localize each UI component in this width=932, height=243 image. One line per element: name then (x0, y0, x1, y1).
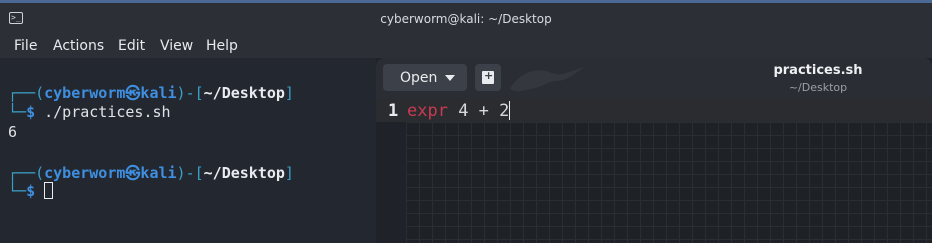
code-rest: 4 + 2 (447, 101, 510, 121)
new-document-button[interactable] (475, 64, 501, 91)
terminal-pane[interactable]: ┌──(cyberworm㉿kali)-[~/Desktop] └─$ ./pr… (0, 58, 376, 243)
menu-actions[interactable]: Actions (53, 38, 104, 54)
title-bar: >_ cyberworm@kali: ~/Desktop (0, 0, 932, 36)
window-title: cyberworm@kali: ~/Desktop (380, 12, 552, 26)
new-document-icon (482, 69, 494, 84)
editor-header: Open practices.sh ~/Desktop (376, 58, 932, 99)
menu-bar: File Actions Edit View Help (0, 36, 932, 58)
prompt-line-1: ┌──(cyberworm㉿kali)-[~/Desktop] (8, 84, 294, 102)
editor-text-area[interactable] (406, 122, 932, 243)
current-line-highlight[interactable]: 1 expr 4 + 2 (376, 99, 932, 122)
menu-file[interactable]: File (14, 38, 37, 54)
kali-skull-icon: ㉿ (125, 164, 141, 182)
prompt-path: ~/Desktop (203, 84, 285, 102)
command-output: 6 (8, 123, 18, 141)
prompt-host: kali (140, 164, 177, 182)
command-line-1: └─$ ./practices.sh (8, 103, 171, 121)
prompt-path: ~/Desktop (203, 164, 285, 182)
code-keyword: expr (407, 101, 448, 121)
menu-edit[interactable]: Edit (118, 38, 145, 54)
command-line-2: └─$ (8, 182, 54, 200)
prompt-user: cyberworm (44, 84, 126, 102)
document-path: ~/Desktop (788, 81, 848, 94)
text-caret (509, 101, 511, 120)
line-number-gutter (376, 122, 406, 243)
prompt-host: kali (140, 84, 177, 102)
code-line[interactable]: expr 4 + 2 (407, 101, 511, 121)
text-editor-window: Open practices.sh ~/Desktop 1 expr 4 + 2 (376, 58, 932, 243)
terminal-cursor (44, 182, 54, 199)
open-button[interactable]: Open (383, 64, 467, 91)
command-text: ./practices.sh (44, 103, 171, 121)
menu-view[interactable]: View (160, 38, 193, 54)
kali-skull-icon: ㉿ (125, 84, 141, 102)
menu-help[interactable]: Help (206, 38, 238, 54)
chevron-down-icon (445, 75, 455, 81)
kali-dragon-watermark-icon (510, 67, 584, 92)
prompt-user: cyberworm (44, 164, 126, 182)
open-label: Open (400, 70, 438, 86)
prompt-line-2: ┌──(cyberworm㉿kali)-[~/Desktop] (8, 164, 294, 182)
document-title: practices.sh (773, 63, 863, 78)
line-number: 1 (388, 101, 399, 121)
